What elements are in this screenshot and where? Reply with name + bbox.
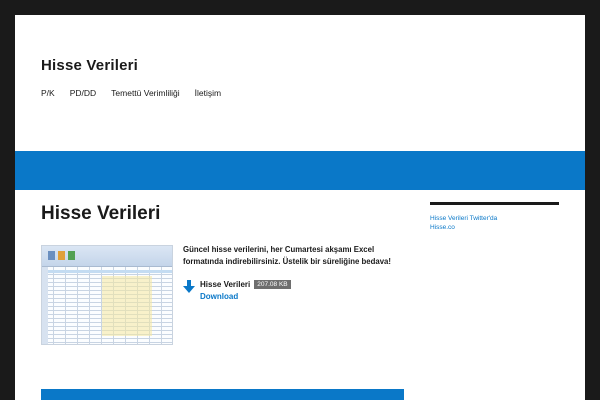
sidebar: Hisse Verileri Twitter'da Hisse.co [430,215,497,231]
sidebar-link-hisse-co[interactable]: Hisse.co [430,224,497,231]
nav-item-iletisim[interactable]: İletişim [195,88,221,98]
download-file-name[interactable]: Hisse Verileri [200,280,250,289]
file-size-badge: 207.08 KB [254,280,291,289]
sidebar-divider [430,202,559,205]
page: Hisse Verileri P/K PD/DD Temettü Verimli… [15,15,585,400]
spreadsheet-ribbon [42,246,172,267]
page-title: Hisse Verileri [41,203,161,224]
download-link[interactable]: Download [200,292,291,301]
main-nav: P/K PD/DD Temettü Verimliliği İletişim [41,88,221,98]
description-text: Güncel hisse verilerini, her Cumartesi a… [183,245,391,266]
header-banner [15,151,585,190]
sidebar-link-twitter[interactable]: Hisse Verileri Twitter'da [430,215,497,222]
nav-item-temettu[interactable]: Temettü Verimliliği [111,88,180,98]
download-arrow-icon[interactable] [183,280,195,294]
nav-item-pk[interactable]: P/K [41,88,55,98]
download-block: Hisse Verileri 207.08 KB Download [183,280,291,301]
spreadsheet-thumbnail[interactable] [41,245,173,345]
nav-item-pddd[interactable]: PD/DD [70,88,96,98]
site-title[interactable]: Hisse Verileri [41,57,138,74]
footer-banner [41,389,404,400]
